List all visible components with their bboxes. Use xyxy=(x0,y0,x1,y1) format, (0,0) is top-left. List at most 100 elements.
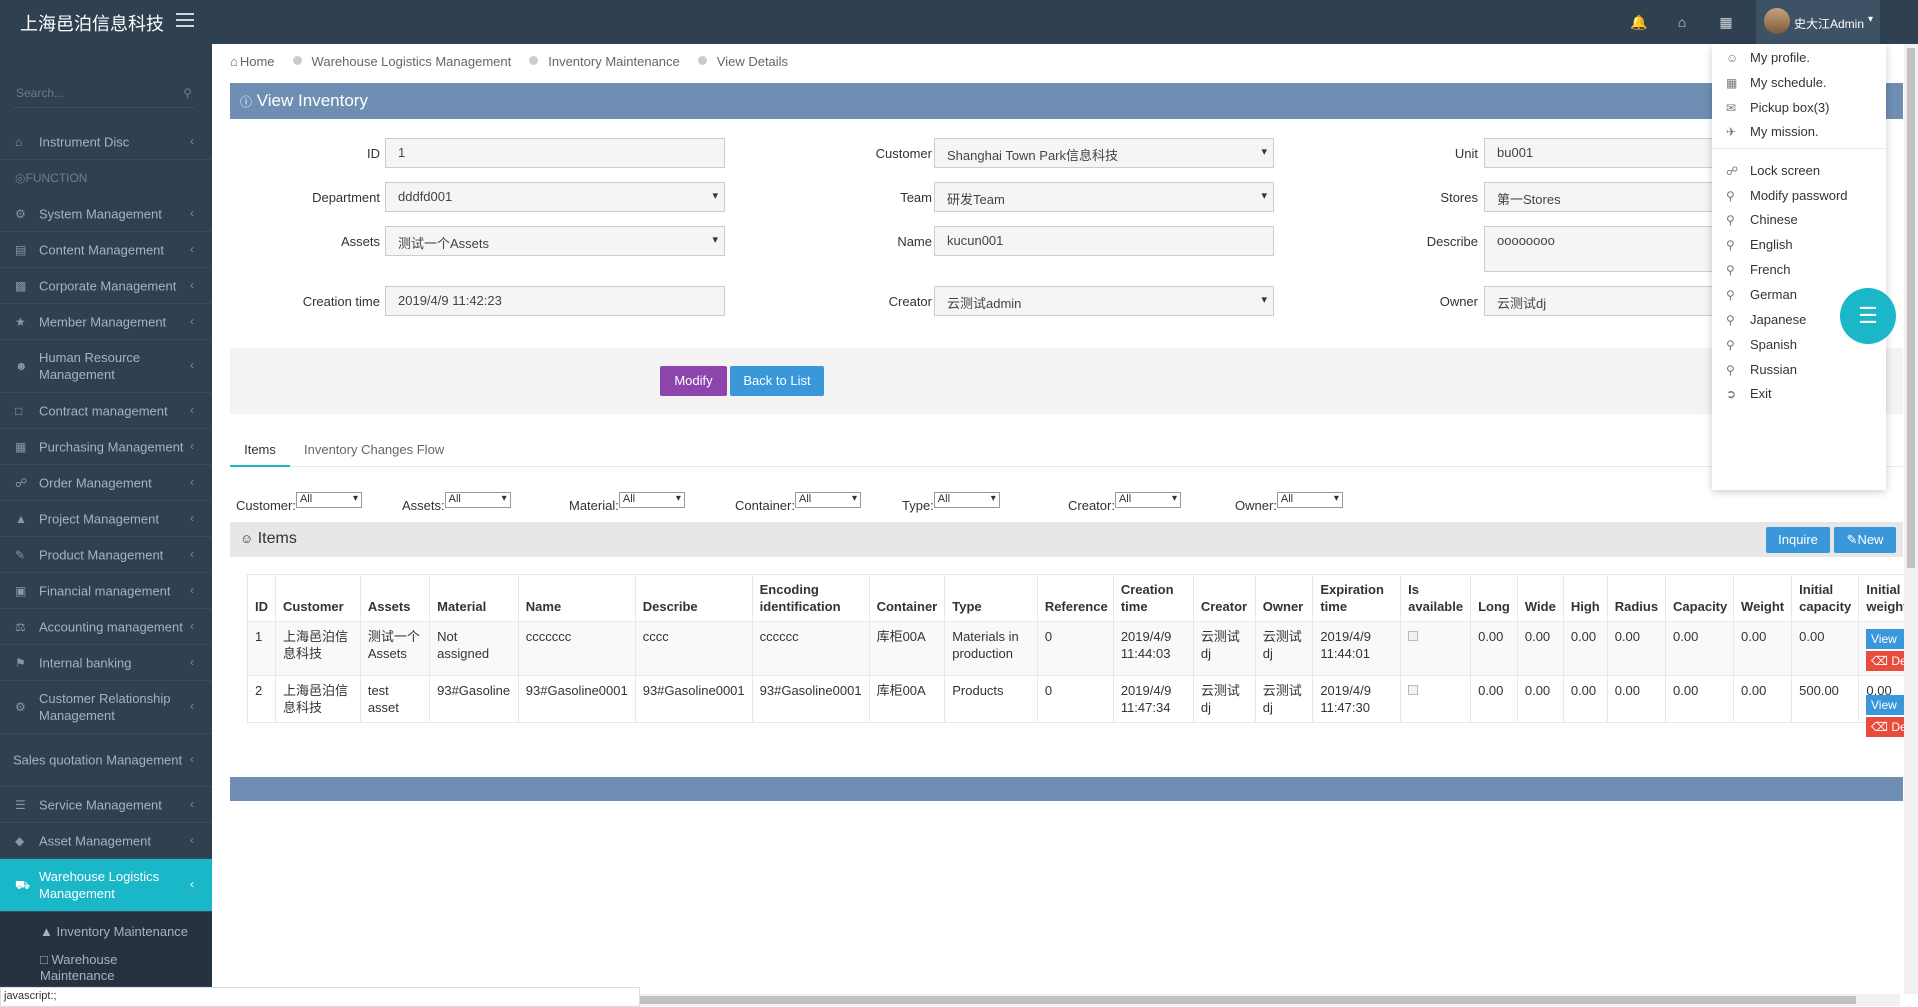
user-menu[interactable]: 史大江Admin ▾ xyxy=(1756,0,1880,44)
filter-assets[interactable]: Assets: All xyxy=(402,492,511,513)
dropdown-item-pickup-box-3[interactable]: ✉ Pickup box(3) xyxy=(1726,100,1829,115)
inbox-icon[interactable]: ⌂ xyxy=(1674,14,1690,30)
vertical-scrollbar[interactable] xyxy=(1904,44,1918,994)
filter-type-select[interactable]: All xyxy=(933,492,1000,508)
sidebar-item-order-management[interactable]: ☍ Order Management ‹ xyxy=(0,465,212,501)
sidebar-item-product-management[interactable]: ✎ Product Management ‹ xyxy=(0,537,212,573)
sidebar-item-contract-management[interactable]: □ Contract management ‹ xyxy=(0,393,212,429)
filter-owner[interactable]: Owner: All xyxy=(1235,492,1343,513)
floating-menu-button[interactable]: ☰ xyxy=(1840,288,1896,344)
sidebar-item-financial-management[interactable]: ▣ Financial management ‹ xyxy=(0,573,212,609)
inquire-button[interactable]: Inquire xyxy=(1766,527,1830,553)
filter-material[interactable]: Material: All xyxy=(569,492,685,513)
dropdown-item-exit[interactable]: ➲ Exit xyxy=(1726,386,1772,401)
sidebar-item-instrument-disc[interactable]: ⌂ Instrument Disc ‹ xyxy=(0,124,212,160)
bell-icon[interactable]: 🔔 xyxy=(1630,14,1647,30)
filter-container[interactable]: Container: All xyxy=(735,492,861,513)
dropdown-item-chinese[interactable]: ⚲ Chinese xyxy=(1726,212,1798,227)
sidebar-item-warehouse-logistics[interactable]: ⛟ Warehouse Logistics Management ‹ xyxy=(0,859,212,912)
filter-container-select[interactable]: All xyxy=(794,492,861,508)
table-cell: 0.00 xyxy=(1665,675,1735,723)
row-1-view-button[interactable]: View xyxy=(1866,629,1904,649)
filter-owner-select[interactable]: All xyxy=(1276,492,1343,508)
name-label: Name xyxy=(897,234,932,249)
row-2-view-button[interactable]: View xyxy=(1866,695,1904,715)
table-cell: 0.00 xyxy=(1562,621,1608,676)
dropdown-item-german[interactable]: ⚲ German xyxy=(1726,287,1797,302)
sidebar-item-service-management[interactable]: ☰ Service Management ‹ xyxy=(0,787,212,823)
user-icon: ☺ xyxy=(240,531,254,546)
breadcrumb-inventory[interactable]: Inventory Maintenance xyxy=(548,54,680,69)
sidebar-item-corporate-management[interactable]: ▩ Corporate Management ‹ xyxy=(0,268,212,304)
panel-title: View Inventory xyxy=(256,91,368,110)
submenu-item-inventory-maintenance[interactable]: ▲ Inventory Maintenance xyxy=(40,924,188,939)
describe-field[interactable]: oooooooo xyxy=(1484,226,1714,272)
search-icon: ⚲ xyxy=(183,86,192,100)
department-select[interactable]: dddfd001 xyxy=(385,182,725,212)
sidebar-item-sales-quotation[interactable]: Sales quotation Management ‹ xyxy=(0,734,212,787)
filter-creator-select[interactable]: All xyxy=(1114,492,1181,508)
tab-inventory-changes-flow[interactable]: Inventory Changes Flow xyxy=(304,432,454,467)
is-available-checkbox[interactable] xyxy=(1408,631,1419,641)
creator-select[interactable]: 云测试admin xyxy=(934,286,1274,316)
user-icon: ☺ xyxy=(1726,51,1739,65)
filter-customer-select[interactable]: All xyxy=(295,492,362,508)
sidebar-item-member-management[interactable]: ★ Member Management ‹ xyxy=(0,304,212,340)
sidebar-item-project-management[interactable]: ▲ Project Management ‹ xyxy=(0,501,212,537)
filter-material-select[interactable]: All xyxy=(618,492,685,508)
key-icon: ⚲ xyxy=(1726,313,1735,327)
action-bar: Modify Back to List xyxy=(230,348,1903,414)
dropdown-item-my-profile[interactable]: ☺ My profile. xyxy=(1726,50,1810,65)
sidebar-search-input[interactable]: Search... ⚲ xyxy=(14,82,194,108)
name-field[interactable]: kucun001 xyxy=(934,226,1274,256)
sidebar-item-system-management[interactable]: ⚙ System Management ‹ xyxy=(0,196,212,232)
tab-items[interactable]: Items xyxy=(230,432,290,467)
dropdown-item-english[interactable]: ⚲ English xyxy=(1726,237,1793,252)
dropdown-item-my-schedule[interactable]: ▦ My schedule. xyxy=(1726,75,1827,90)
calendar-icon[interactable]: ▦ xyxy=(1718,14,1734,30)
dropdown-item-french[interactable]: ⚲ French xyxy=(1726,262,1790,277)
sitemap-icon: ▩ xyxy=(15,278,27,293)
unit-field[interactable]: bu001 xyxy=(1484,138,1714,168)
row-2-delete-button[interactable]: ⌫ De xyxy=(1866,717,1904,737)
sidebar-item-content-management[interactable]: ▤ Content Management ‹ xyxy=(0,232,212,268)
dropdown-item-japanese[interactable]: ⚲ Japanese xyxy=(1726,312,1806,327)
filter-creator[interactable]: Creator: All xyxy=(1068,492,1181,513)
dropdown-item-modify-password[interactable]: ⚲ Modify password xyxy=(1726,188,1848,203)
sidebar-item-asset-management[interactable]: ◆ Asset Management ‹ xyxy=(0,823,212,859)
id-field[interactable]: 1 xyxy=(385,138,725,168)
dropdown-item-russian[interactable]: ⚲ Russian xyxy=(1726,362,1797,377)
team-select[interactable]: 研发Team xyxy=(934,182,1274,212)
new-button[interactable]: ✎New xyxy=(1834,527,1896,553)
creation-time-field[interactable]: 2019/4/9 11:42:23 xyxy=(385,286,725,316)
table-cell: 2019/4/9 11:47:34 xyxy=(1112,675,1194,723)
dropdown-item-lock-screen[interactable]: ☍ Lock screen xyxy=(1726,163,1820,178)
filter-customer[interactable]: Customer: All xyxy=(236,492,362,513)
sidebar-item-purchasing-management[interactable]: ▦ Purchasing Management ‹ xyxy=(0,429,212,465)
table-cell: test asset xyxy=(359,675,431,723)
table-cell: 0.00 xyxy=(1733,675,1793,723)
owner-field[interactable]: 云测试dj xyxy=(1484,286,1714,316)
table-cell: 0.00 xyxy=(1470,675,1518,723)
is-available-checkbox[interactable] xyxy=(1408,685,1419,695)
back-to-list-button[interactable]: Back to List xyxy=(730,366,824,396)
modify-button[interactable]: Modify xyxy=(660,366,727,396)
menu-toggle-icon[interactable] xyxy=(176,13,194,27)
breadcrumb-warehouse[interactable]: Warehouse Logistics Management xyxy=(312,54,512,69)
breadcrumb-home[interactable]: Home xyxy=(240,54,275,69)
sidebar-item-internal-banking[interactable]: ⚑ Internal banking ‹ xyxy=(0,645,212,681)
dropdown-item-my-mission[interactable]: ✈ My mission. xyxy=(1726,124,1819,139)
sidebar-item-customer-relationship[interactable]: ⚙ Customer Relationship Management ‹ xyxy=(0,681,212,734)
dropdown-item-spanish[interactable]: ⚲ Spanish xyxy=(1726,337,1797,352)
row-1-delete-button[interactable]: ⌫ De xyxy=(1866,651,1904,671)
assets-select[interactable]: 测试一个Assets xyxy=(385,226,725,256)
submenu-item-warehouse-maintenance[interactable]: □ Warehouse Maintenance xyxy=(40,952,190,984)
filter-type[interactable]: Type: All xyxy=(902,492,1000,513)
sidebar-item-human-resource[interactable]: ☻ Human Resource Management ‹ xyxy=(0,340,212,393)
stores-field[interactable]: 第一Stores xyxy=(1484,182,1714,212)
chevron-left-icon: ‹ xyxy=(190,752,194,766)
customer-select[interactable]: Shanghai Town Park信息科技 xyxy=(934,138,1274,168)
filter-assets-select[interactable]: All xyxy=(444,492,511,508)
horizontal-scrollbar[interactable] xyxy=(640,994,1900,1006)
sidebar-item-accounting-management[interactable]: ⚖ Accounting management ‹ xyxy=(0,609,212,645)
